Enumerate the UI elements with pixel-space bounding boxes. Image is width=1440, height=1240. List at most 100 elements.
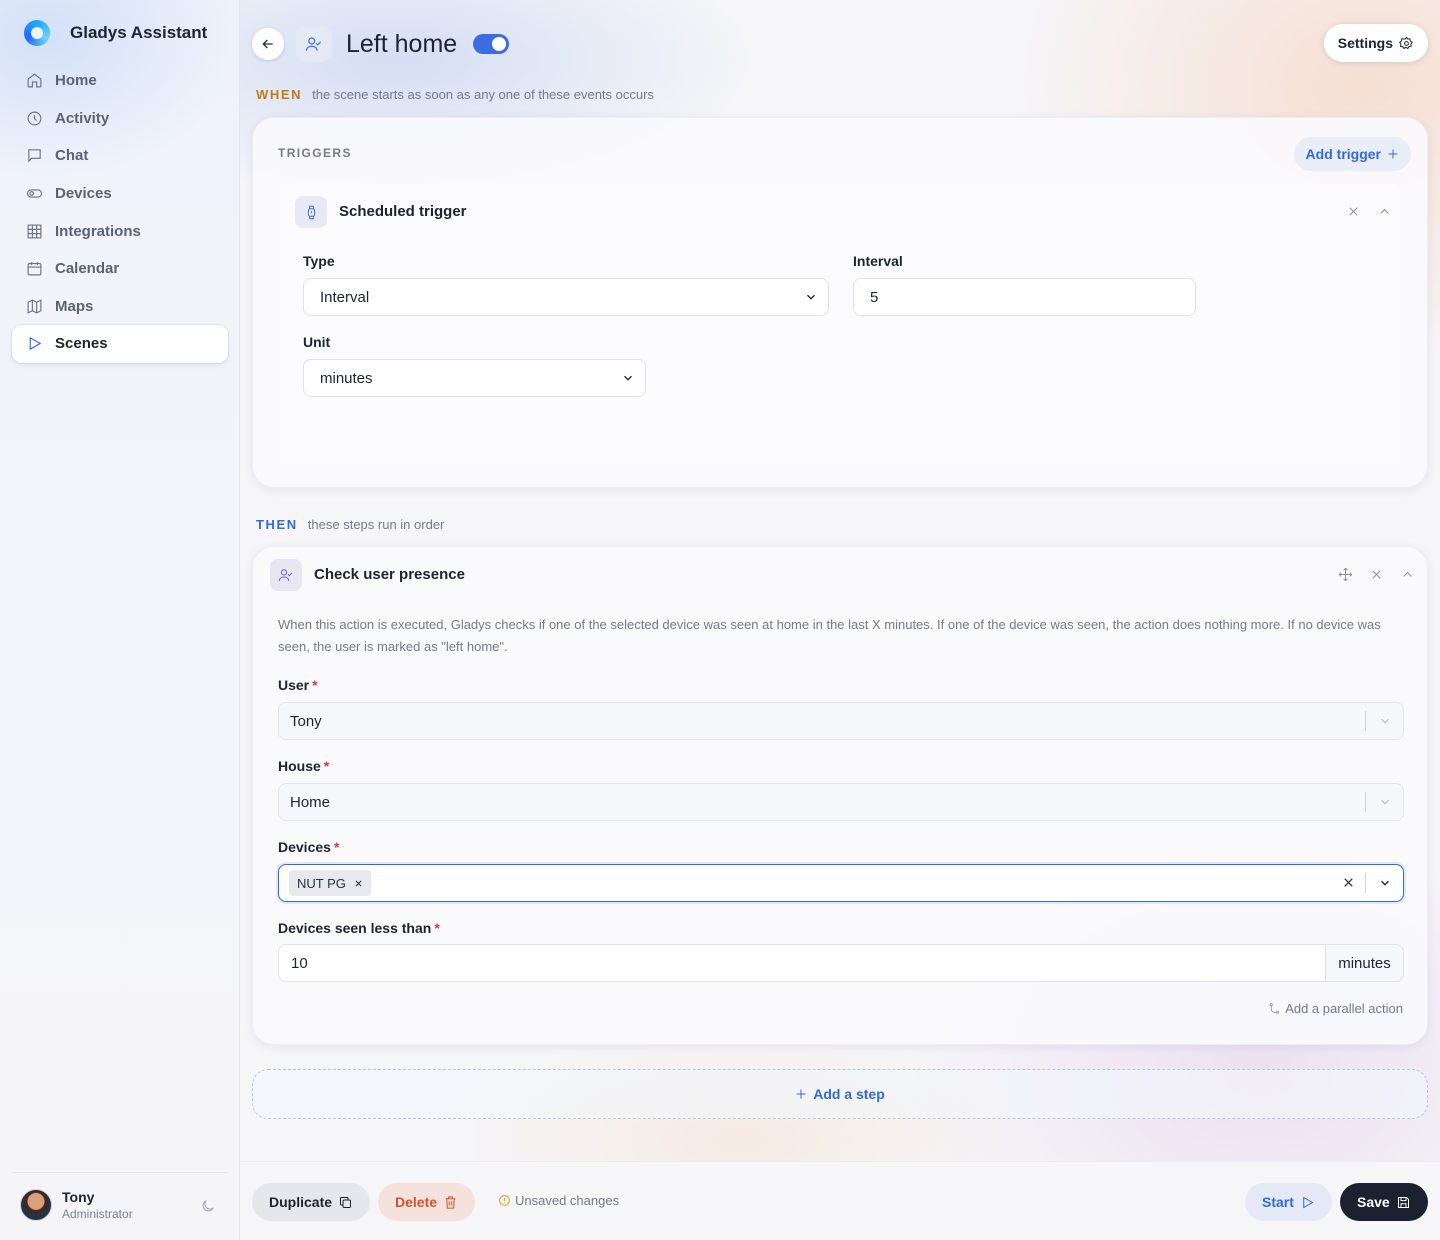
interval-input-value: 5 [870, 288, 879, 306]
sidebar-item-label: Calendar [55, 260, 120, 278]
delete-label: Delete [395, 1194, 438, 1210]
required-marker: * [312, 677, 318, 693]
remove-tag-icon[interactable] [354, 876, 363, 891]
duplicate-button[interactable]: Duplicate [252, 1183, 371, 1221]
sidebar-item-label: Home [55, 72, 97, 90]
seen-minutes-value: 10 [291, 954, 308, 972]
delete-button[interactable]: Delete [378, 1183, 476, 1221]
sidebar-item-activity[interactable]: Activity [12, 100, 228, 138]
chevron-down-icon[interactable] [1378, 876, 1392, 894]
start-button[interactable]: Start [1245, 1183, 1332, 1221]
duplicate-label: Duplicate [269, 1194, 333, 1210]
trigger-controls [1346, 204, 1392, 219]
branch-icon [1269, 1003, 1280, 1014]
sidebar-item-label: Devices [55, 185, 112, 203]
then-label: THEN these steps run in order [256, 517, 444, 532]
moon-icon [202, 1200, 214, 1212]
user-role: Administrator [62, 1207, 133, 1221]
triggers-heading: TRIGGERS [278, 146, 352, 160]
sidebar-item-label: Maps [55, 297, 94, 315]
check-user-presence-card: Check user presence When this action is … [252, 546, 1428, 1045]
start-label: Start [1262, 1194, 1294, 1210]
dark-mode-toggle[interactable] [200, 1198, 216, 1214]
house-field-label-text: House [278, 758, 321, 774]
arrow-left-icon [262, 39, 273, 49]
add-trigger-button[interactable]: Add trigger [1293, 137, 1411, 171]
chevron-up-icon[interactable] [1400, 567, 1415, 582]
toggle-icon [26, 189, 43, 198]
scheduled-trigger-card: Scheduled trigger Type Interval Interval… [278, 184, 1404, 464]
play-icon [29, 337, 42, 351]
scene-icon-button[interactable] [296, 26, 332, 62]
close-icon[interactable] [1369, 567, 1384, 582]
unsaved-changes-indicator: Unsaved changes [498, 1193, 619, 1208]
main-content: Left home Settings WHEN the scene starts… [240, 0, 1440, 1240]
sidebar-item-home[interactable]: Home [12, 62, 228, 100]
plus-icon [1388, 149, 1398, 159]
chevron-down-icon[interactable] [1378, 795, 1392, 813]
trash-icon [445, 1195, 456, 1209]
chevron-down-icon [621, 371, 635, 385]
clear-selection-icon[interactable] [1342, 876, 1355, 893]
unit-select[interactable]: minutes [303, 359, 646, 397]
add-step-button[interactable]: Add a step [252, 1069, 1428, 1119]
user-select-value: Tony [290, 712, 322, 730]
scene-enabled-toggle[interactable] [473, 34, 510, 54]
avatar[interactable] [20, 1189, 52, 1221]
trigger-title: Scheduled trigger [339, 203, 467, 220]
user-profile[interactable]: Tony Administrator [12, 1172, 228, 1221]
when-description: the scene starts as soon as any one of t… [312, 87, 654, 102]
triggers-card: TRIGGERS Add trigger Scheduled trigger T… [252, 117, 1428, 488]
action-description: When this action is executed, Gladys che… [278, 617, 1381, 654]
calendar-icon [27, 262, 42, 276]
interval-input[interactable]: 5 [853, 278, 1196, 316]
play-icon [1303, 1196, 1314, 1208]
sidebar-item-devices[interactable]: Devices [12, 175, 228, 213]
house-field-label: House * [278, 758, 329, 774]
house-select[interactable]: Home [278, 783, 1404, 821]
chat-icon [28, 149, 41, 164]
sidebar-item-scenes[interactable]: Scenes [12, 325, 228, 363]
interval-label: Interval [853, 253, 903, 269]
scene-header: Left home [252, 26, 510, 62]
chevron-down-icon [804, 290, 818, 304]
sidebar-item-label: Activity [55, 109, 110, 127]
sidebar-item-integrations[interactable]: Integrations [12, 212, 228, 250]
devices-field-label: Devices * [278, 839, 339, 855]
plus-icon [796, 1089, 806, 1099]
sidebar-item-calendar[interactable]: Calendar [12, 250, 228, 288]
type-label: Type [303, 253, 335, 269]
save-button[interactable]: Save [1340, 1183, 1428, 1221]
add-parallel-action-label: Add a parallel action [1285, 1001, 1403, 1016]
chevron-down-icon[interactable] [1378, 714, 1392, 732]
close-icon[interactable] [1346, 204, 1361, 219]
sidebar: Gladys Assistant Home Activity Chat Devi… [0, 0, 240, 1240]
add-parallel-action-button[interactable]: Add a parallel action [1268, 1001, 1403, 1016]
brand[interactable]: Gladys Assistant [24, 20, 207, 46]
chevron-up-icon[interactable] [1377, 204, 1392, 219]
watch-icon [295, 196, 327, 228]
settings-button[interactable]: Settings [1323, 24, 1428, 62]
alert-circle-icon [499, 1195, 510, 1206]
save-label: Save [1357, 1194, 1390, 1210]
sidebar-item-chat[interactable]: Chat [12, 137, 228, 175]
floppy-icon [1397, 1196, 1409, 1208]
house-select-value: Home [290, 793, 331, 811]
type-select[interactable]: Interval [303, 278, 829, 316]
sidebar-item-maps[interactable]: Maps [12, 288, 228, 326]
settings-button-label: Settings [1337, 35, 1393, 51]
back-button[interactable] [252, 28, 284, 60]
user-field-label-text: User [278, 677, 310, 693]
devices-multiselect[interactable]: NUT PG [278, 864, 1404, 902]
seen-minutes-input[interactable]: 10 [278, 944, 1326, 982]
add-trigger-label: Add trigger [1305, 146, 1381, 162]
page-title[interactable]: Left home [346, 30, 457, 59]
divider [1365, 873, 1366, 893]
user-select[interactable]: Tony [278, 702, 1404, 740]
device-tag: NUT PG [289, 870, 371, 896]
then-keyword: THEN [256, 517, 298, 532]
devices-field-label-text: Devices [278, 839, 331, 855]
move-icon[interactable] [1338, 567, 1353, 582]
sidebar-item-label: Integrations [55, 222, 141, 240]
action-title: Check user presence [314, 566, 465, 583]
